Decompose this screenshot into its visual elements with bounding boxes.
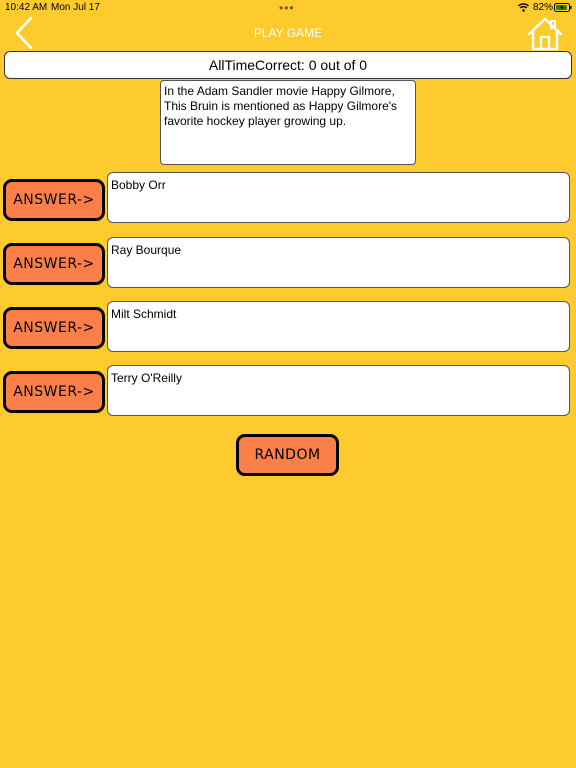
answer-option-1[interactable]: Bobby Orr [107, 172, 570, 223]
nav-bar: PLAY GAME [0, 16, 576, 51]
status-bar: 10:42 AM Mon Jul 17 ••• 82% [0, 0, 576, 16]
answer-option-4[interactable]: Terry O'Reilly [107, 365, 570, 416]
status-time: 10:42 AM [5, 2, 48, 13]
random-button[interactable]: RANDOM [236, 434, 339, 476]
wifi-icon [518, 3, 529, 12]
answer-button-3[interactable]: ANSWER-> [3, 307, 105, 349]
answer-button-1[interactable]: ANSWER-> [3, 179, 105, 221]
answer-option-3[interactable]: Milt Schmidt [107, 301, 570, 352]
answer-button-4[interactable]: ANSWER-> [3, 371, 105, 413]
score-display: AllTimeCorrect: 0 out of 0 [4, 51, 572, 79]
question-text: In the Adam Sandler movie Happy Gilmore,… [160, 80, 416, 165]
battery-charging-icon [554, 3, 572, 12]
answer-option-2[interactable]: Ray Bourque [107, 237, 570, 288]
status-date: Mon Jul 17 [51, 2, 100, 13]
battery-percentage: 82% [533, 2, 554, 13]
answer-button-2[interactable]: ANSWER-> [3, 243, 105, 285]
multitasking-dots-icon[interactable]: ••• [279, 1, 295, 15]
page-title: PLAY GAME [253, 26, 323, 40]
home-icon[interactable] [527, 17, 563, 51]
